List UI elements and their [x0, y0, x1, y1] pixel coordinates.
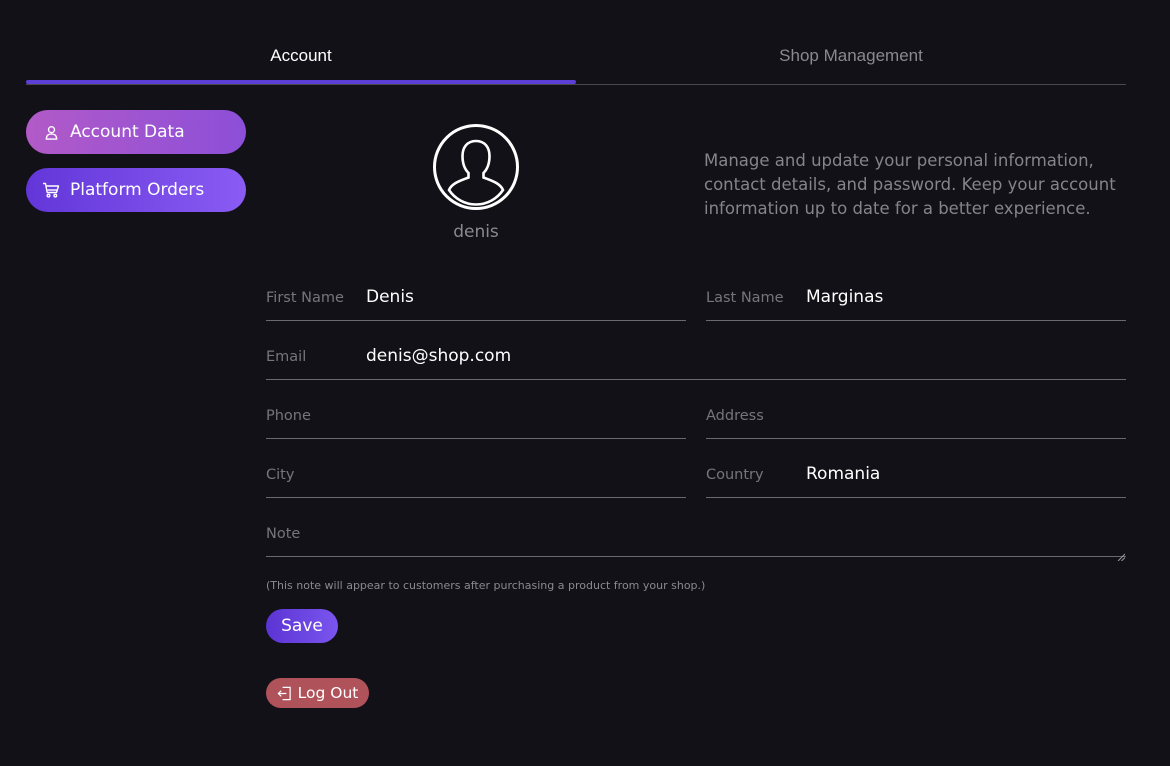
- account-description: Manage and update your personal informat…: [704, 151, 1116, 218]
- logout-icon: [277, 685, 293, 701]
- note-label: Note: [266, 526, 301, 542]
- phone-field[interactable]: Phone: [266, 407, 686, 439]
- last-name-label: Last Name: [706, 290, 784, 306]
- city-field[interactable]: City: [266, 466, 686, 498]
- sidebar-item-account-data[interactable]: Account Data: [26, 110, 246, 154]
- address-label: Address: [706, 408, 764, 424]
- country-value: Romania: [806, 464, 881, 484]
- tab-bar: Account Shop Management: [26, 36, 1126, 85]
- first-name-label: First Name: [266, 290, 344, 306]
- logout-button[interactable]: Log Out: [266, 678, 369, 708]
- logout-label: Log Out: [297, 684, 359, 702]
- email-value: denis@shop.com: [366, 346, 512, 366]
- first-name-field[interactable]: First Name Denis: [266, 287, 686, 321]
- tab-account[interactable]: Account: [26, 36, 576, 84]
- resize-handle-icon[interactable]: [1117, 546, 1126, 562]
- active-tab-indicator: [26, 80, 576, 84]
- email-label: Email: [266, 349, 307, 365]
- note-textarea[interactable]: Note: [266, 525, 1126, 562]
- save-button[interactable]: Save: [266, 609, 338, 643]
- account-page: Account Shop Management Account Data Pla…: [0, 0, 1170, 766]
- country-label: Country: [706, 467, 764, 483]
- user-icon: [42, 123, 60, 141]
- country-field[interactable]: Country Romania: [706, 464, 1126, 498]
- sidebar-item-platform-orders[interactable]: Platform Orders: [26, 168, 246, 212]
- sidebar-item-label: Account Data: [70, 122, 185, 142]
- sidebar-item-label: Platform Orders: [70, 180, 205, 200]
- city-label: City: [266, 467, 295, 483]
- tab-shop-management[interactable]: Shop Management: [576, 36, 1126, 84]
- username: denis: [453, 222, 499, 242]
- cart-icon: [42, 181, 60, 199]
- email-field[interactable]: Email denis@shop.com: [266, 346, 1126, 380]
- phone-label: Phone: [266, 408, 311, 424]
- last-name-field[interactable]: Last Name Marginas: [706, 287, 1126, 321]
- first-name-value: Denis: [366, 287, 414, 307]
- address-field[interactable]: Address: [706, 407, 1126, 439]
- note-hint: (This note will appear to customers afte…: [266, 579, 706, 592]
- user-avatar-icon: [433, 124, 519, 210]
- last-name-value: Marginas: [806, 287, 884, 307]
